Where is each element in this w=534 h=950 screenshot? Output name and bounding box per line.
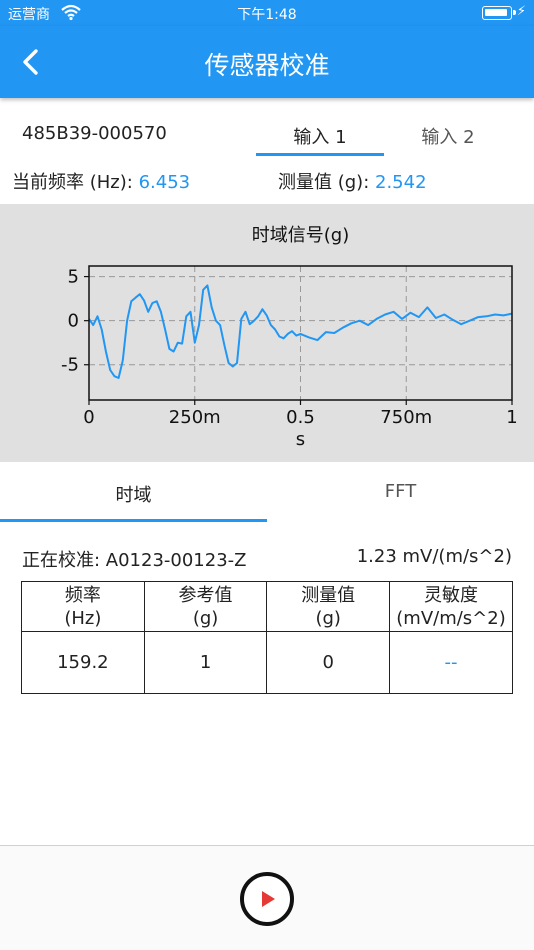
y-tick-label: 5 bbox=[68, 267, 79, 288]
measured-value: 测量值 (g): 2.542 bbox=[278, 168, 427, 194]
chart-svg: 5 0 -5 0 250m 0.5 750m 1 时域信号(g) s bbox=[61, 225, 518, 450]
measured-label: 测量值 (g): bbox=[278, 172, 370, 193]
status-time: 下午1:48 bbox=[237, 7, 297, 23]
play-button[interactable] bbox=[240, 872, 294, 926]
x-axis-label: s bbox=[296, 429, 305, 450]
y-tick-label: 0 bbox=[68, 311, 79, 332]
bottom-bar bbox=[0, 845, 534, 950]
column-header-reference: 参考值 (g) bbox=[143, 581, 268, 632]
table-row: 159.2 1 0 -- bbox=[21, 631, 513, 694]
frequency-label: 当前频率 (Hz): bbox=[12, 172, 133, 193]
tab-input-2[interactable]: 输入 2 bbox=[384, 116, 512, 156]
x-tick-label: 1 bbox=[506, 407, 517, 428]
column-header-sensitivity: 灵敏度 (mV/m/s^2) bbox=[389, 581, 513, 632]
app-bar: 传感器校准 bbox=[0, 26, 534, 98]
x-tick-label: 250m bbox=[169, 407, 221, 428]
tab-time-domain[interactable]: 时域 bbox=[0, 464, 267, 522]
calibrating-label: 正在校准: A0123-00123-Z bbox=[22, 550, 247, 571]
play-icon bbox=[262, 891, 275, 907]
view-tabs: 时域 FFT bbox=[0, 464, 534, 522]
page-title: 传感器校准 bbox=[204, 51, 330, 80]
calibration-row: 正在校准: A0123-00123-Z 1.23 mV/(m/s^2) bbox=[0, 544, 534, 572]
chart-title: 时域信号(g) bbox=[252, 225, 349, 246]
cell-sensitivity: -- bbox=[389, 631, 513, 694]
device-info-row: 485B39-000570 输入 1 输入 2 bbox=[0, 116, 534, 156]
calibration-table: 频率 (Hz) 参考值 (g) 测量值 (g) 灵敏度 (mV/m/s^2) 159.2… bbox=[21, 581, 513, 694]
status-bar: 运营商 下午1:48 ⚡ bbox=[0, 0, 534, 26]
x-tick-label: 0.5 bbox=[286, 407, 315, 428]
frequency-value: 6.453 bbox=[138, 172, 191, 193]
x-tick-label: 750m bbox=[380, 407, 432, 428]
column-header-measured: 测量值 (g) bbox=[266, 581, 391, 632]
x-tick-label: 0 bbox=[83, 407, 94, 428]
readings-row: 当前频率 (Hz): 6.453 测量值 (g): 2.542 bbox=[0, 166, 534, 196]
y-tick-label: -5 bbox=[61, 355, 79, 376]
time-domain-chart: 5 0 -5 0 250m 0.5 750m 1 时域信号(g) s bbox=[0, 204, 534, 462]
device-id: 485B39-000570 bbox=[22, 123, 167, 144]
measured-value-number: 2.542 bbox=[375, 172, 427, 193]
cell-reference: 1 bbox=[143, 631, 268, 694]
tab-fft[interactable]: FFT bbox=[267, 464, 534, 522]
battery-icon bbox=[482, 6, 516, 20]
table-header-row: 频率 (Hz) 参考值 (g) 测量值 (g) 灵敏度 (mV/m/s^2) bbox=[21, 581, 513, 632]
cell-frequency: 159.2 bbox=[21, 631, 145, 694]
column-header-frequency: 频率 (Hz) bbox=[21, 581, 145, 632]
cell-measured: 0 bbox=[266, 631, 391, 694]
current-frequency: 当前频率 (Hz): 6.453 bbox=[12, 168, 190, 194]
sensitivity-value: 1.23 mV/(m/s^2) bbox=[356, 546, 512, 567]
tab-input-1[interactable]: 输入 1 bbox=[256, 116, 384, 156]
charging-bolt-icon: ⚡ bbox=[516, 4, 526, 19]
